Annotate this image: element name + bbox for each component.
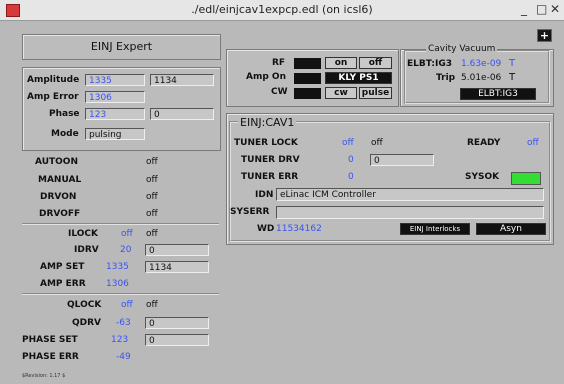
- expert-header-box: EINJ Expert: [22, 34, 221, 60]
- trip-label: Trip: [436, 73, 456, 83]
- idn-value: eLinac ICM Controller: [276, 188, 544, 201]
- window-titlebar: ./edl/einjcav1expcp.edl (on icsl6) _ □ ✕: [0, 0, 564, 21]
- qlock-state: off: [146, 300, 158, 310]
- divider: [22, 223, 219, 225]
- manual-value: off: [146, 175, 158, 185]
- tuner-lock-state: off: [371, 138, 383, 148]
- rf-off-button[interactable]: off: [359, 57, 392, 69]
- drvon-value: off: [146, 192, 158, 202]
- phase-setpoint-input[interactable]: 0: [150, 108, 214, 120]
- wd-label: WD: [257, 224, 275, 234]
- idrv-label: IDRV: [74, 245, 99, 255]
- rf-status-indicator: [294, 58, 321, 69]
- close-button[interactable]: ✕: [550, 2, 560, 16]
- amp-on-indicator: [294, 73, 321, 84]
- trip-value: 5.01e-06: [461, 73, 502, 83]
- amp-error-label: Amp Error: [27, 92, 79, 102]
- rf-control-panel: RF on off Amp On KLY PS1 CW cw pulse: [226, 49, 399, 107]
- ready-value: off: [527, 138, 539, 148]
- idrv-readback: 20: [120, 245, 132, 255]
- minimize-button[interactable]: _: [521, 2, 527, 16]
- autoon-value: off: [146, 157, 158, 167]
- drvoff-label: DRVOFF: [39, 209, 81, 219]
- drvoff-value: off: [146, 209, 158, 219]
- amp-err-readback: 1306: [106, 279, 129, 289]
- phase-label: Phase: [49, 109, 80, 119]
- asyn-button[interactable]: Asyn: [476, 223, 546, 235]
- phase-set-input[interactable]: 0: [145, 334, 209, 346]
- cavity-vacuum-title: Cavity Vacuum: [426, 44, 498, 54]
- rf-label: RF: [272, 58, 286, 68]
- ilock-label: ILOCK: [68, 229, 98, 239]
- phase-readback: 123: [85, 108, 145, 120]
- tuner-drv-readback: 0: [348, 155, 354, 165]
- revision-label: $Revision: 1.17 $: [22, 373, 66, 379]
- qdrv-label: QDRV: [72, 318, 102, 328]
- cavity-vacuum-panel: Cavity Vacuum ELBT:IG3 1.63e-09 T Trip 5…: [400, 44, 554, 107]
- pulse-button[interactable]: pulse: [359, 87, 392, 99]
- mode-label: Mode: [51, 129, 79, 139]
- ready-label: READY: [467, 138, 501, 148]
- amp-set-input[interactable]: 1134: [145, 261, 209, 273]
- window-title: ./edl/einjcav1expcp.edl (on icsl6): [191, 3, 373, 16]
- divider: [22, 293, 219, 295]
- drvon-label: DRVON: [40, 192, 77, 202]
- phase-set-label: PHASE SET: [22, 335, 78, 345]
- elbt-ig3-unit: T: [509, 58, 516, 69]
- einj-interlocks-button[interactable]: EINJ Interlocks: [400, 223, 470, 235]
- phase-set-readback: 123: [111, 335, 129, 345]
- syserr-value: [276, 206, 544, 219]
- elbt-ig3-label: ELBT:IG3: [407, 59, 452, 69]
- autoon-label: AUTOON: [35, 157, 78, 167]
- ilock-readback: off: [121, 229, 133, 239]
- expert-title: EINJ Expert: [90, 40, 153, 53]
- tuner-lock-label: TUNER LOCK: [234, 138, 298, 148]
- qdrv-readback: -63: [116, 318, 131, 328]
- idn-label: IDN: [255, 190, 274, 200]
- amp-err-label: AMP ERR: [40, 279, 86, 289]
- cw-button[interactable]: cw: [325, 87, 357, 99]
- add-button[interactable]: +: [537, 29, 552, 42]
- sysok-indicator: [511, 172, 541, 185]
- elbt-ig3-value: 1.63e-09: [461, 59, 502, 69]
- amplitude-readback: 1335: [85, 74, 145, 86]
- idrv-setpoint-input[interactable]: 0: [145, 244, 209, 256]
- amplitude-panel: Amplitude 1335 1134 Amp Error 1306 Phase…: [22, 67, 221, 151]
- tuner-drv-label: TUNER DRV: [241, 155, 300, 165]
- tuner-lock-readback: off: [342, 138, 354, 148]
- cav1-panel: EINJ:CAV1 TUNER LOCK off off READY off T…: [226, 113, 554, 245]
- cw-label: CW: [271, 87, 288, 97]
- tuner-drv-input[interactable]: 0: [370, 154, 434, 166]
- amp-on-label: Amp On: [246, 72, 286, 82]
- tuner-err-label: TUNER ERR: [241, 172, 299, 182]
- qlock-readback: off: [121, 300, 133, 310]
- phase-err-label: PHASE ERR: [22, 352, 79, 362]
- amp-set-readback: 1335: [106, 262, 129, 272]
- elbt-ig3-button[interactable]: ELBT:IG3: [460, 88, 536, 100]
- phase-err-readback: -49: [116, 352, 131, 362]
- ilock-state: off: [146, 229, 158, 239]
- amplitude-setpoint-input[interactable]: 1134: [150, 74, 214, 86]
- sysok-label: SYSOK: [465, 172, 500, 182]
- tuner-err-readback: 0: [348, 172, 354, 182]
- mode-value: pulsing: [85, 128, 145, 140]
- qlock-label: QLOCK: [67, 300, 102, 310]
- wd-value: 11534162: [276, 224, 322, 234]
- amp-set-label: AMP SET: [40, 262, 85, 272]
- kly-ps1-button[interactable]: KLY PS1: [325, 72, 392, 84]
- cw-indicator: [294, 88, 321, 99]
- syserr-label: SYSERR: [230, 207, 270, 217]
- qdrv-setpoint-input[interactable]: 0: [145, 317, 209, 329]
- maximize-button[interactable]: □: [536, 2, 547, 16]
- amp-error-readback: 1306: [85, 91, 145, 103]
- cav1-title: EINJ:CAV1: [238, 116, 297, 129]
- trip-unit: T: [509, 72, 516, 83]
- amplitude-label: Amplitude: [27, 75, 80, 85]
- rf-on-button[interactable]: on: [325, 57, 357, 69]
- manual-label: MANUAL: [38, 175, 82, 185]
